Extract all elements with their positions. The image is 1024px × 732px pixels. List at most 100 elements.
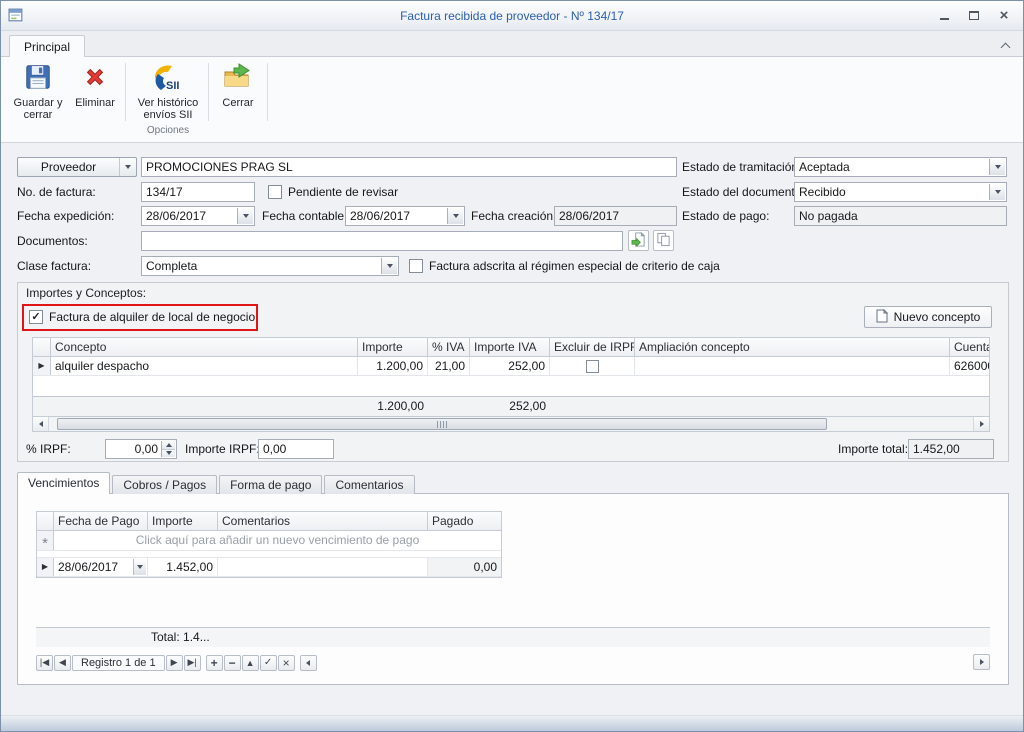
spin-down-icon[interactable]	[162, 449, 175, 458]
estado-pago-label: Estado de pago:	[682, 206, 769, 226]
nav-delete-button[interactable]: −	[224, 655, 241, 671]
col-cuenta[interactable]: Cuenta co	[950, 338, 989, 356]
estado-documento-combo[interactable]: Recibido	[794, 182, 1007, 202]
col-importe[interactable]: Importe	[148, 512, 218, 530]
tab-vencimientos[interactable]: Vencimientos	[17, 472, 110, 494]
new-row-hint[interactable]: Click aquí para añadir un nuevo vencimie…	[54, 531, 501, 550]
check-icon: ✓	[31, 311, 40, 323]
close-icon: ×	[1000, 9, 1009, 23]
cell-importe[interactable]: 1.452,00	[148, 558, 218, 576]
scroll-right-icon[interactable]	[973, 417, 989, 431]
importe-total-field: 1.452,00	[908, 439, 994, 459]
criterio-caja-label: Factura adscrita al régimen especial de …	[429, 256, 720, 276]
no-factura-input[interactable]: 134/17	[141, 182, 255, 202]
estado-tramitacion-combo[interactable]: Aceptada	[794, 157, 1007, 177]
save-close-button[interactable]: Guardar y cerrar	[11, 59, 65, 125]
alquiler-checkbox[interactable]: ✓	[29, 310, 43, 324]
col-concepto[interactable]: Concepto	[51, 338, 358, 356]
maximize-button[interactable]	[961, 7, 987, 24]
irpf-pct-spin[interactable]: 0,00	[105, 439, 177, 459]
scrollbar-track[interactable]	[49, 417, 973, 431]
horizontal-scrollbar[interactable]	[33, 416, 989, 431]
estado-documento-dropdown-icon[interactable]	[989, 184, 1005, 200]
irpf-pct-label: % IRPF:	[26, 439, 71, 459]
fecha-expedicion-dropdown-icon[interactable]	[237, 208, 253, 224]
attach-document-button[interactable]	[628, 230, 649, 251]
estado-tramitacion-dropdown-icon[interactable]	[989, 159, 1005, 175]
nav-add-button[interactable]: +	[206, 655, 223, 671]
tab-principal[interactable]: Principal	[9, 35, 85, 58]
cell-fecha-pago[interactable]: 28/06/2017	[54, 558, 148, 576]
svg-text:SII: SII	[166, 80, 179, 92]
col-comentarios[interactable]: Comentarios	[218, 512, 428, 530]
spin-up-icon[interactable]	[162, 441, 175, 449]
nav-last-button[interactable]: ▶|	[184, 655, 201, 671]
nav-first-button[interactable]: |◀	[36, 655, 53, 671]
scrollbar-thumb[interactable]	[57, 418, 827, 430]
cell-comentarios[interactable]	[218, 558, 428, 576]
summary-row: 1.200,00 252,00	[33, 396, 989, 416]
col-importe-iva[interactable]: Importe IVA	[470, 338, 550, 356]
cell-cuenta[interactable]: 62600000	[950, 357, 989, 375]
col-pagado[interactable]: Pagado	[428, 512, 501, 530]
nuevo-concepto-button[interactable]: Nuevo concepto	[864, 306, 992, 328]
copy-document-button[interactable]	[653, 230, 674, 251]
col-fecha-pago[interactable]: Fecha de Pago	[54, 512, 148, 530]
grid-scroll-right-button[interactable]	[973, 654, 990, 670]
proveedor-input[interactable]: PROMOCIONES PRAG SL	[141, 157, 677, 177]
attach-document-icon	[631, 232, 646, 250]
grid-scroll-left-button[interactable]	[300, 655, 317, 671]
tab-forma-pago[interactable]: Forma de pago	[219, 475, 322, 494]
importe-irpf-input[interactable]: 0,00	[258, 439, 334, 459]
row-indicator: ▶	[37, 558, 54, 576]
proveedor-dropdown-icon[interactable]	[119, 158, 136, 176]
criterio-caja-checkbox[interactable]	[409, 259, 423, 273]
cell-importe[interactable]: 1.200,00	[358, 357, 428, 375]
cell-excluir-irpf[interactable]	[550, 357, 635, 375]
fecha-expedicion-combo[interactable]: 28/06/2017	[141, 206, 255, 226]
vencimiento-row[interactable]: ▶ 28/06/2017 1.452,00 0,00	[37, 557, 501, 577]
close-button[interactable]: ×	[991, 7, 1017, 24]
tab-comentarios[interactable]: Comentarios	[324, 475, 414, 494]
fecha-contable-dropdown-icon[interactable]	[447, 208, 463, 224]
cell-importe-iva[interactable]: 252,00	[470, 357, 550, 375]
concepto-row[interactable]: ▶ alquiler despacho 1.200,00 21,00 252,0…	[33, 357, 989, 376]
proveedor-button[interactable]: Proveedor	[17, 157, 137, 177]
cell-ampliacion[interactable]	[635, 357, 950, 375]
col-excluir-irpf[interactable]: Excluir de IRPF	[550, 338, 635, 356]
scrollbar-grip-icon	[437, 421, 447, 428]
delete-button[interactable]: Eliminar	[69, 59, 121, 125]
collapse-ribbon-icon[interactable]	[1001, 43, 1011, 53]
nav-prev-button[interactable]: ◀	[54, 655, 71, 671]
spin-buttons[interactable]	[161, 441, 175, 457]
cell-concepto[interactable]: alquiler despacho	[51, 357, 358, 375]
col-ampliacion[interactable]: Ampliación concepto	[635, 338, 950, 356]
fecha-pago-dropdown-icon[interactable]	[133, 559, 146, 575]
close-form-button[interactable]: Cerrar	[213, 59, 263, 125]
sii-history-button[interactable]: SII Ver histórico envíos SII	[129, 59, 207, 125]
nav-next-button[interactable]: ▶	[166, 655, 183, 671]
documentos-input[interactable]	[141, 231, 623, 251]
tab-cobros-pagos[interactable]: Cobros / Pagos	[112, 475, 217, 494]
pendiente-revisar-checkbox[interactable]	[268, 185, 282, 199]
vencimientos-panel: Fecha de Pago Importe Comentarios Pagado…	[17, 493, 1009, 685]
scroll-left-icon[interactable]	[33, 417, 49, 431]
ribbon-separator	[208, 63, 209, 121]
vencimientos-grid-header: Fecha de Pago Importe Comentarios Pagado	[37, 512, 501, 531]
nav-edit-button[interactable]: ▲	[242, 655, 259, 671]
minimize-button[interactable]	[931, 7, 957, 24]
window-controls: ×	[931, 7, 1017, 24]
nav-cancel-button[interactable]: ×	[278, 655, 295, 671]
fecha-creacion-field: 28/06/2017	[554, 206, 677, 226]
fecha-contable-combo[interactable]: 28/06/2017	[345, 206, 465, 226]
col-importe[interactable]: Importe	[358, 338, 428, 356]
new-row[interactable]: * Click aquí para añadir un nuevo vencim…	[37, 531, 501, 551]
current-row-icon: ▶	[42, 563, 48, 571]
cell-iva[interactable]: 21,00	[428, 357, 470, 375]
ribbon-separator	[267, 63, 268, 121]
col-iva[interactable]: % IVA	[428, 338, 470, 356]
clase-factura-combo[interactable]: Completa	[141, 256, 399, 276]
clase-factura-dropdown-icon[interactable]	[381, 258, 397, 274]
nav-post-button[interactable]: ✓	[260, 655, 277, 671]
excluir-irpf-checkbox[interactable]	[586, 360, 599, 373]
